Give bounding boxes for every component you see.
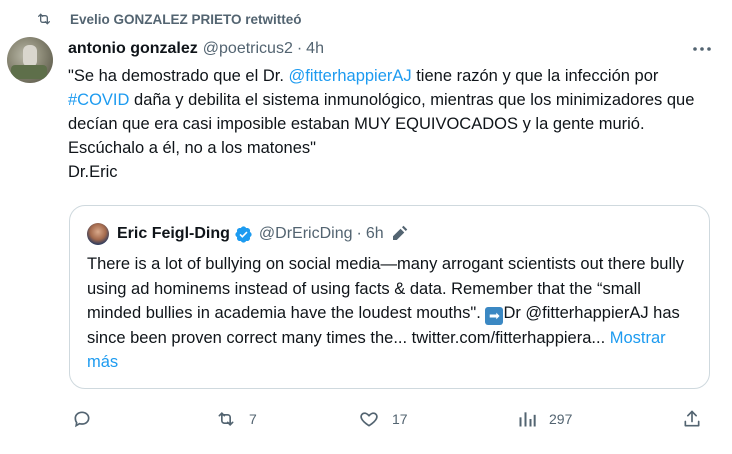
verified-badge-icon	[234, 225, 253, 244]
tweet-text-part: tiene razón y que la infección por	[411, 67, 659, 85]
quoted-tweet-text: There is a lot of bullying on social med…	[87, 252, 697, 375]
retweet-icon	[35, 10, 53, 28]
quoted-author-handle[interactable]: @DrEricDing	[259, 225, 353, 243]
retweet-header: Evelio GONZALEZ PRIETO retwitteó	[35, 8, 302, 30]
tweet-text-part: daña y debilita el sistema inmunológico,…	[68, 91, 695, 157]
more-options-icon[interactable]	[690, 38, 714, 60]
views-button[interactable]: 297	[517, 405, 572, 433]
mention-link[interactable]: @fitterhappierAJ	[289, 67, 412, 85]
tweet-text: "Se ha demostrado que el Dr. @fitterhapp…	[68, 64, 708, 184]
separator-dot: ·	[356, 225, 362, 242]
author-avatar[interactable]	[7, 37, 53, 83]
retweeted-by-text[interactable]: Evelio GONZALEZ PRIETO retwitteó	[70, 12, 302, 27]
quoted-author-name[interactable]: Eric Feigl-Ding	[117, 225, 230, 243]
retweet-button[interactable]: 7	[215, 405, 257, 433]
author-name[interactable]: antonio gonzalez	[68, 40, 198, 58]
tweet-text-part: "Se ha demostrado que el Dr.	[68, 67, 289, 85]
right-arrow-emoji-icon: ➡	[485, 307, 504, 325]
author-handle[interactable]: @poetricus2	[203, 40, 293, 58]
tweet-signature: Dr.Eric	[68, 163, 118, 181]
edited-pencil-icon[interactable]	[390, 225, 408, 243]
reply-icon	[72, 409, 92, 429]
like-button[interactable]: 17	[358, 405, 408, 433]
views-icon	[517, 409, 537, 429]
share-button[interactable]	[682, 405, 702, 433]
separator-dot: ·	[296, 40, 303, 57]
hashtag-link[interactable]: #COVID	[68, 91, 129, 109]
retweet-icon	[215, 409, 237, 429]
quoted-tweet-header: Eric Feigl-Ding @DrEricDing · 6h	[87, 222, 408, 246]
heart-icon	[358, 409, 380, 429]
views-count: 297	[549, 411, 573, 427]
quoted-author-avatar[interactable]	[87, 223, 109, 245]
share-icon	[682, 409, 702, 429]
retweet-count: 7	[249, 411, 257, 427]
tweet-header: antonio gonzalez @poetricus2 · 4h	[68, 38, 324, 60]
tweet-time[interactable]: 4h	[306, 40, 324, 58]
like-count: 17	[392, 411, 408, 427]
reply-button[interactable]	[72, 405, 92, 433]
quoted-tweet-time[interactable]: 6h	[366, 225, 384, 243]
